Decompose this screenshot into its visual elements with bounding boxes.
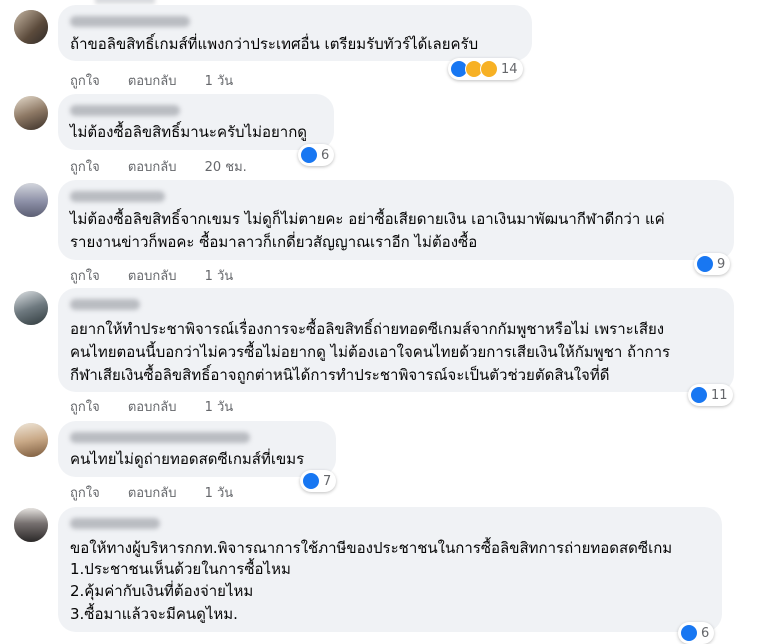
avatar[interactable]: [14, 423, 48, 457]
commenter-name[interactable]: [70, 299, 140, 310]
comment-text-line: รายงานข่าวก็พอคะ ซื้อมาลาวก็เกดี่ยวสัญญา…: [70, 233, 478, 251]
comment-actions: ถูกใจ ตอบกลับ 1 วัน: [70, 396, 233, 417]
comment-bubble: ขอให้ทางผู้บริหารกกท.พิจารณาการใช้ภาษีขอ…: [58, 507, 722, 632]
reaction-count: 7: [323, 473, 332, 489]
reply-link[interactable]: ตอบกลับ: [128, 269, 177, 284]
comment-text-line: 2.คุ้มค่ากับเงินที่ต้องจ่ายไหม: [70, 582, 254, 600]
avatar[interactable]: [14, 508, 48, 542]
comment-text-line: ไม่ต้องซื้อลิขสิทธิ์จากเขมร ไม่ดูก็ไม่ตา…: [70, 210, 665, 228]
comment-text-line: ถ้าขอลิขสิทธิ์เกมส์ที่แพงกว่าประเทศอื่น …: [70, 35, 479, 53]
reaction-count: 11: [711, 387, 728, 403]
comment-actions: ถูกใจ ตอบกลับ 1 วัน: [70, 482, 233, 503]
like-icon: [302, 472, 320, 490]
timestamp[interactable]: 1 วัน: [205, 486, 234, 501]
like-icon: [690, 386, 708, 404]
reply-link[interactable]: ตอบกลับ: [128, 74, 177, 89]
commenter-name[interactable]: [70, 105, 180, 116]
reaction-count: 6: [321, 147, 330, 163]
comment-actions: ถูกใจ ตอบกลับ 1 วัน: [70, 70, 233, 91]
avatar[interactable]: [14, 183, 48, 217]
avatar[interactable]: [14, 10, 48, 44]
commenter-name[interactable]: [70, 518, 160, 529]
comment-text-line: คนไทยไม่ดูถ่ายทอดสดซีเกมส์ที่เขมร: [70, 450, 305, 468]
like-link[interactable]: ถูกใจ: [70, 74, 100, 89]
commenter-name[interactable]: [70, 16, 190, 27]
comment-bubble: ถ้าขอลิขสิทธิ์เกมส์ที่แพงกว่าประเทศอื่น …: [58, 5, 532, 61]
commenter-name[interactable]: [70, 191, 165, 202]
wow-icon: [480, 60, 498, 78]
comment-text-line: คนไทยตอนนี้บอกว่าไม่ควรซื้อไม่อยากดู ไม่…: [70, 343, 671, 361]
like-link[interactable]: ถูกใจ: [70, 160, 100, 175]
reaction-summary[interactable]: 6: [298, 144, 335, 166]
like-icon: [696, 255, 714, 273]
like-link[interactable]: ถูกใจ: [70, 400, 100, 415]
reply-link[interactable]: ตอบกลับ: [128, 160, 177, 175]
like-link[interactable]: ถูกใจ: [70, 486, 100, 501]
reply-link[interactable]: ตอบกลับ: [128, 400, 177, 415]
reaction-summary[interactable]: 11: [688, 384, 733, 406]
reaction-count: 9: [717, 256, 726, 272]
commenter-name[interactable]: [70, 432, 250, 443]
reply-link[interactable]: ตอบกลับ: [128, 486, 177, 501]
comment-bubble: อยากให้ทำประชาพิจารณ์เรื่องการจะซื้อลิขส…: [58, 288, 734, 392]
timestamp[interactable]: 20 ชม.: [205, 160, 247, 175]
avatar[interactable]: [14, 291, 48, 325]
timestamp[interactable]: 1 วัน: [205, 74, 234, 89]
reaction-summary[interactable]: 14: [448, 58, 523, 80]
reaction-summary[interactable]: 7: [300, 470, 337, 492]
like-icon: [680, 624, 698, 642]
comment-text-line: ขอให้ทางผู้บริหารกกท.พิจารณาการใช้ภาษีขอ…: [70, 539, 673, 557]
comment-bubble: ไม่ต้องซื้อลิขสิทธิ์จากเขมร ไม่ดูก็ไม่ตา…: [58, 180, 734, 260]
comment-text-line: ไม่ต้องซื้อลิขสิทธิ์มานะครับไม่อยากดู: [70, 123, 308, 141]
timestamp[interactable]: 1 วัน: [205, 400, 234, 415]
comment-bubble: ไม่ต้องซื้อลิขสิทธิ์มานะครับไม่อยากดู: [58, 94, 334, 150]
comment-text-line: 1.ประชาชนเห็นด้วยในการซื้อไหม: [70, 560, 291, 578]
avatar[interactable]: [14, 96, 48, 130]
comment-bubble: คนไทยไม่ดูถ่ายทอดสดซีเกมส์ที่เขมร: [58, 421, 336, 477]
like-icon: [300, 146, 318, 164]
comment-text-line: กีฬาเสียเงินซื้อลิขสิทธิ์อาจถูกต่าหนิได้…: [70, 366, 610, 384]
comment-text-line: 3.ซื้อมาแล้วจะมีคนดูไหม.: [70, 605, 238, 623]
comment-text-line: อยากให้ทำประชาพิจารณ์เรื่องการจะซื้อลิขส…: [70, 320, 665, 338]
reaction-count: 6: [701, 625, 710, 641]
top-cut-name: [95, 0, 155, 4]
reaction-summary[interactable]: 9: [694, 253, 731, 275]
comment-actions: ถูกใจ ตอบกลับ 1 วัน: [70, 265, 233, 286]
timestamp[interactable]: 1 วัน: [205, 269, 234, 284]
comment-actions: ถูกใจ ตอบกลับ 20 ชม.: [70, 156, 247, 177]
reaction-count: 14: [501, 61, 518, 77]
reaction-summary[interactable]: 6: [678, 622, 715, 644]
like-link[interactable]: ถูกใจ: [70, 269, 100, 284]
